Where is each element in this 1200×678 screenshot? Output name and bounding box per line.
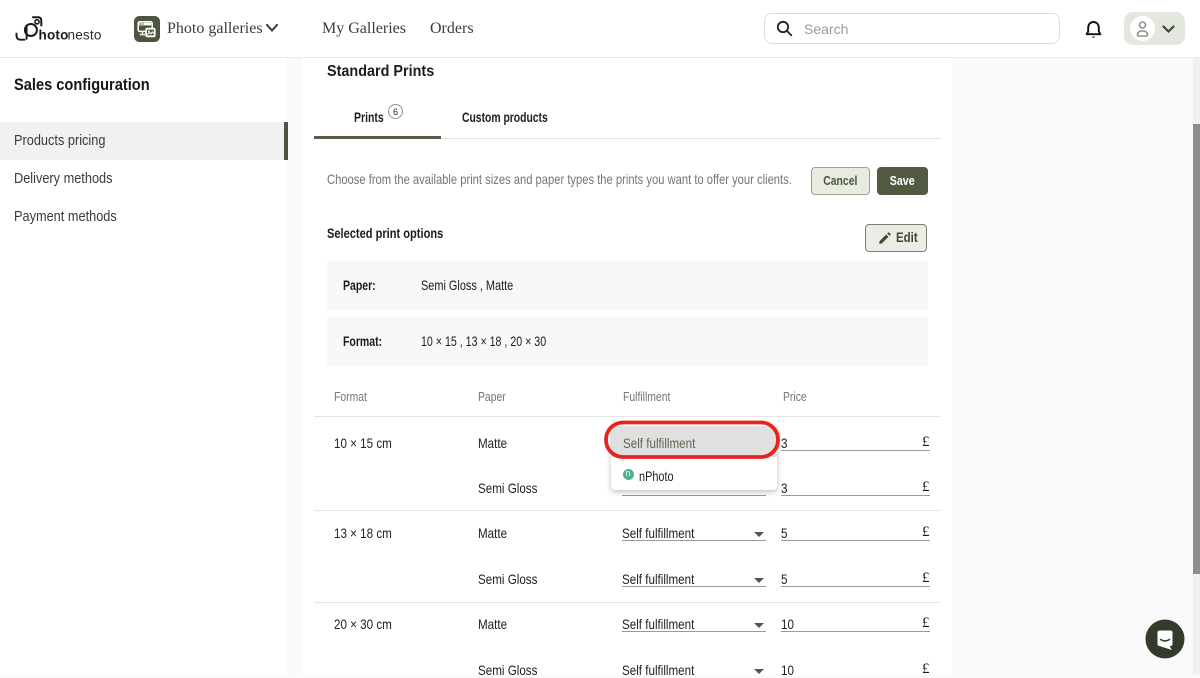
svg-text:hoto: hoto bbox=[39, 28, 69, 43]
svg-text:nesto: nesto bbox=[68, 28, 102, 43]
